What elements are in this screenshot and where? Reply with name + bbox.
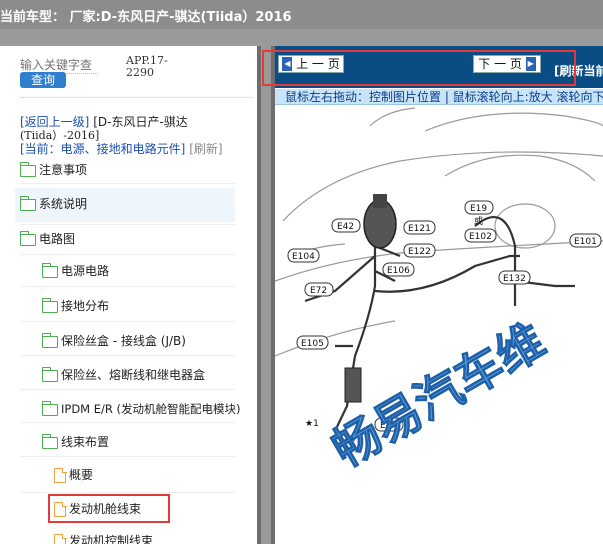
label-e122: E122 (408, 247, 431, 257)
tree-item-label: 系统说明 (39, 197, 88, 211)
folder-icon (19, 195, 36, 211)
folder-icon (41, 366, 58, 382)
selection-highlight-box (48, 494, 170, 523)
title-bar-strip (0, 29, 603, 46)
document-icon (54, 467, 67, 483)
tree-item-system-description[interactable]: 系统说明 (19, 193, 88, 215)
model-label: [D-东风日产-骐达 (93, 115, 188, 129)
label-star1: ★1 (305, 419, 319, 429)
tree-item-overview[interactable]: 概要 (54, 464, 93, 486)
tree-item-engine-control-harness[interactable]: 发动机控制线束 (54, 530, 153, 544)
divider (20, 286, 235, 287)
breadcrumb: [返回上一级] [D-东风日产-骐达 (Tiida）-2016] [当前：电源、… (20, 116, 250, 156)
current-section-link[interactable]: [当前：电源、接地和电路元件] (20, 142, 185, 156)
divider (20, 224, 235, 225)
folder-icon (41, 332, 58, 348)
title-bar: 当前车型： 厂家:D-东风日产-骐达(Tiida）2016 (0, 0, 603, 46)
nav-highlight-box (262, 50, 576, 86)
divider (20, 389, 235, 390)
search-button[interactable]: 查询 (20, 72, 66, 88)
tree-item-fuse-relay-box[interactable]: 保险丝、熔断线和继电器盒 (41, 364, 206, 386)
label-e104: E104 (292, 252, 315, 262)
back-link[interactable]: [返回上一级] (20, 115, 89, 129)
divider (20, 321, 235, 322)
label-e72: E72 (310, 286, 327, 296)
tree-item-label: 概要 (69, 468, 94, 482)
label-e132: E132 (503, 274, 526, 284)
diagram-background (275, 106, 603, 544)
tree-item-wiring-diagram[interactable]: 电路图 (19, 228, 76, 250)
folder-icon (41, 262, 58, 278)
document-viewer: ◀ 上 一 页 下 一 页 ▶ [刷新当前 鼠标左右拖动：控制图片位置 | 鼠标… (275, 46, 603, 544)
divider (20, 97, 252, 98)
folder-icon (41, 433, 58, 449)
mouse-hint: 鼠标左右拖动：控制图片位置 | 鼠标滚轮向上:放大 滚轮向下 (275, 89, 603, 105)
divider (20, 422, 235, 423)
grommet-cap-icon (373, 194, 387, 208)
tree-item-power-circuit[interactable]: 电源电路 (41, 260, 110, 282)
divider (20, 355, 235, 356)
label-e105: E105 (301, 339, 324, 349)
label-e19: E19 (470, 204, 487, 214)
folder-icon (19, 161, 36, 177)
harness-diagram[interactable]: E42 E121 E122 E104 E106 E72 E105 E74 E19… (275, 106, 603, 544)
tree-item-label: 线束布置 (61, 435, 110, 449)
current-model-title: 当前车型： 厂家:D-东风日产-骐达(Tiida）2016 (0, 10, 292, 25)
sidebar-scrollbar[interactable] (257, 46, 275, 544)
refresh-link[interactable]: [刷新] (189, 142, 222, 156)
label-e102: E102 (469, 232, 492, 242)
tree-item-ground-distribution[interactable]: 接地分布 (41, 295, 110, 317)
folder-icon (41, 297, 58, 313)
tree-item-notes[interactable]: 注意事项 (19, 159, 88, 181)
tree-item-fuse-block-jb[interactable]: 保险丝盒 - 接线盒 (J/B) (41, 330, 186, 352)
divider (20, 183, 235, 184)
label-or: 或 (474, 215, 483, 227)
tree-item-label: 注意事项 (39, 163, 88, 177)
connector-block-icon (344, 367, 362, 403)
tree-item-label: 电源电路 (61, 264, 110, 278)
model-year-label: (Tiida）-2016] (20, 129, 100, 142)
tree-item-label: 电路图 (39, 232, 76, 246)
app-version: APP.17- 2290 (126, 54, 168, 79)
scrollbar-thumb[interactable] (261, 46, 271, 544)
divider (20, 456, 235, 457)
tree-item-label: IPDM E/R (发动机舱智能配电模块) (61, 402, 241, 416)
label-e42: E42 (337, 222, 354, 232)
folder-icon (41, 400, 58, 416)
label-e121: E121 (408, 224, 431, 234)
tree-item-label: 发动机控制线束 (69, 534, 154, 544)
divider (20, 254, 235, 255)
label-e101: E101 (574, 237, 597, 247)
label-e106: E106 (387, 266, 410, 276)
current-path: [当前：电源、接地和电路元件] [刷新] (20, 143, 250, 156)
tree-item-label: 保险丝盒 - 接线盒 (J/B) (61, 334, 186, 348)
tree-item-label: 接地分布 (61, 299, 110, 313)
tree-item-label: 保险丝、熔断线和继电器盒 (61, 368, 206, 382)
folder-icon (19, 230, 36, 246)
tree-item-ipdm-er[interactable]: IPDM E/R (发动机舱智能配电模块) (41, 398, 241, 420)
sidebar: 查询 APP.17- 2290 [返回上一级] [D-东风日产-骐达 (Tiid… (0, 46, 257, 544)
document-icon (54, 533, 67, 544)
tree-item-harness-layout[interactable]: 线束布置 (41, 431, 110, 453)
divider (20, 492, 235, 493)
